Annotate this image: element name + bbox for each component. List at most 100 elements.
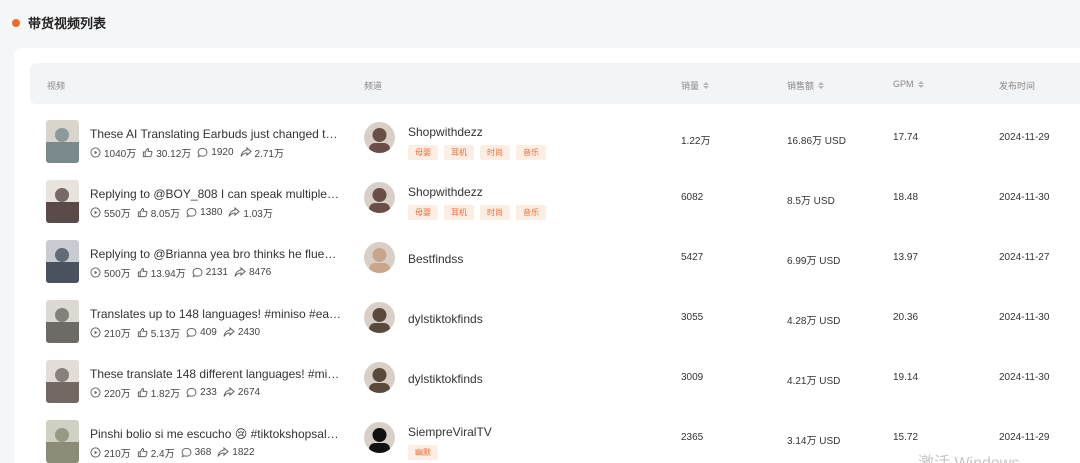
gpm-value: 15.72	[893, 432, 919, 443]
sales-value: 3055	[681, 312, 704, 323]
amount-value: 16.86万 USD	[787, 136, 846, 147]
video-title[interactable]: Replying to @Brianna yea bro thinks he f…	[90, 247, 342, 261]
category-tag: 耳机	[444, 205, 474, 220]
comment-icon	[186, 207, 197, 218]
play-icon	[90, 447, 101, 458]
sales-value: 2365	[681, 432, 704, 443]
comments-count: 368	[194, 447, 212, 458]
play-icon	[90, 267, 101, 278]
channel-name[interactable]: SiempreViralTV	[408, 425, 492, 439]
video-thumbnail[interactable]	[46, 420, 79, 463]
video-title[interactable]: Replying to @BOY_808 I can speak multipl…	[90, 187, 342, 201]
publish-date: 2024-11-29	[999, 432, 1050, 443]
shares-count: 2674	[237, 387, 261, 398]
sort-icon[interactable]	[818, 82, 825, 89]
sort-icon[interactable]	[917, 80, 924, 88]
shares-count: 2430	[237, 327, 261, 338]
column-header-date: 发布时间	[999, 81, 1036, 91]
video-stats: 1040万 30.12万 1920 2.71万	[90, 145, 290, 160]
video-stats: 210万 5.13万 409 2430	[90, 325, 266, 340]
share-icon	[239, 147, 252, 158]
channel-avatar[interactable]	[364, 182, 395, 213]
shares-count: 8476	[248, 267, 272, 278]
channel-avatar[interactable]	[364, 242, 395, 273]
channel-avatar[interactable]	[364, 422, 395, 453]
sales-value: 1.22万	[681, 136, 711, 147]
channel-tags: 幽默	[408, 445, 438, 460]
table-row[interactable]: Replying to @Brianna yea bro thinks he f…	[0, 230, 1080, 290]
play-icon	[90, 387, 101, 398]
column-header-amount[interactable]: 销售额	[787, 79, 825, 92]
likes-count: 30.12万	[156, 149, 192, 160]
amount-value: 4.21万 USD	[787, 376, 841, 387]
play-icon	[90, 207, 101, 218]
table-row[interactable]: These translate 148 different languages!…	[0, 350, 1080, 410]
views-count: 1040万	[104, 149, 137, 160]
channel-avatar[interactable]	[364, 362, 395, 393]
likes-count: 1.82万	[150, 389, 181, 400]
video-title[interactable]: These AI Translating Earbuds just change…	[90, 127, 342, 141]
channel-name[interactable]: dylstiktokfinds	[408, 312, 483, 326]
comments-count: 1380	[200, 207, 223, 218]
gpm-value: 17.74	[893, 132, 919, 143]
like-icon	[137, 267, 148, 278]
views-count: 210万	[104, 449, 131, 460]
publish-date: 2024-11-30	[999, 372, 1050, 383]
share-icon	[217, 447, 230, 458]
video-title[interactable]: Pinshi bolio si me escucho 😢 #tiktokshop…	[90, 427, 342, 441]
video-thumbnail[interactable]	[46, 300, 79, 343]
table-row[interactable]: Replying to @BOY_808 I can speak multipl…	[0, 170, 1080, 230]
like-icon	[142, 147, 153, 158]
gpm-value: 20.36	[893, 312, 919, 323]
category-tag: 母婴	[408, 145, 438, 160]
channel-name[interactable]: Shopwithdezz	[408, 125, 483, 139]
share-icon	[234, 267, 246, 278]
video-title[interactable]: Translates up to 148 languages! #miniso …	[90, 307, 342, 321]
channel-avatar[interactable]	[364, 122, 395, 153]
share-icon	[228, 207, 241, 218]
channel-tags: 母婴 耳机 时尚 音乐	[408, 205, 546, 220]
channel-avatar[interactable]	[364, 302, 395, 333]
shares-count: 1.03万	[243, 209, 273, 220]
like-icon	[137, 207, 148, 218]
category-tag: 音乐	[516, 205, 546, 220]
video-thumbnail[interactable]	[46, 240, 79, 283]
video-stats: 210万 2.4万 368 1822	[90, 445, 261, 460]
publish-date: 2024-11-27	[999, 252, 1050, 263]
video-thumbnail[interactable]	[46, 360, 79, 403]
category-tag: 时尚	[480, 205, 510, 220]
category-tag: 音乐	[516, 145, 546, 160]
play-icon	[90, 327, 101, 338]
column-header-gpm[interactable]: GPM	[893, 79, 924, 89]
category-tag: 时尚	[480, 145, 510, 160]
sort-icon[interactable]	[703, 82, 710, 89]
channel-name[interactable]: Shopwithdezz	[408, 185, 483, 199]
section-title: 带货视频列表	[28, 16, 107, 31]
comments-count: 409	[200, 327, 217, 338]
table-row[interactable]: These AI Translating Earbuds just change…	[0, 110, 1080, 170]
video-stats: 220万 1.82万 233 2674	[90, 385, 266, 400]
publish-date: 2024-11-30	[999, 192, 1050, 203]
column-header-sales[interactable]: 销量	[681, 79, 710, 92]
video-thumbnail[interactable]	[46, 180, 79, 223]
channel-name[interactable]: dylstiktokfinds	[408, 372, 483, 386]
table-row[interactable]: Translates up to 148 languages! #miniso …	[0, 290, 1080, 350]
video-title[interactable]: These translate 148 different languages!…	[90, 367, 342, 381]
comment-icon	[197, 147, 208, 158]
comment-icon	[186, 327, 197, 338]
comment-icon	[186, 387, 197, 398]
comments-count: 1920	[211, 147, 234, 158]
amount-value: 6.99万 USD	[787, 256, 841, 267]
amount-value: 3.14万 USD	[787, 436, 841, 447]
video-stats: 550万 8.05万 1380 1.03万	[90, 205, 279, 220]
views-count: 210万	[104, 329, 131, 340]
views-count: 220万	[104, 389, 131, 400]
likes-count: 13.94万	[150, 269, 186, 280]
category-tag: 耳机	[444, 145, 474, 160]
channel-name[interactable]: Bestfindss	[408, 252, 463, 266]
video-thumbnail[interactable]	[46, 120, 79, 163]
sales-value: 6082	[681, 192, 704, 203]
like-icon	[137, 327, 148, 338]
windows-activation-watermark: 激活 Windows	[918, 449, 1019, 463]
sales-value: 5427	[681, 252, 704, 263]
